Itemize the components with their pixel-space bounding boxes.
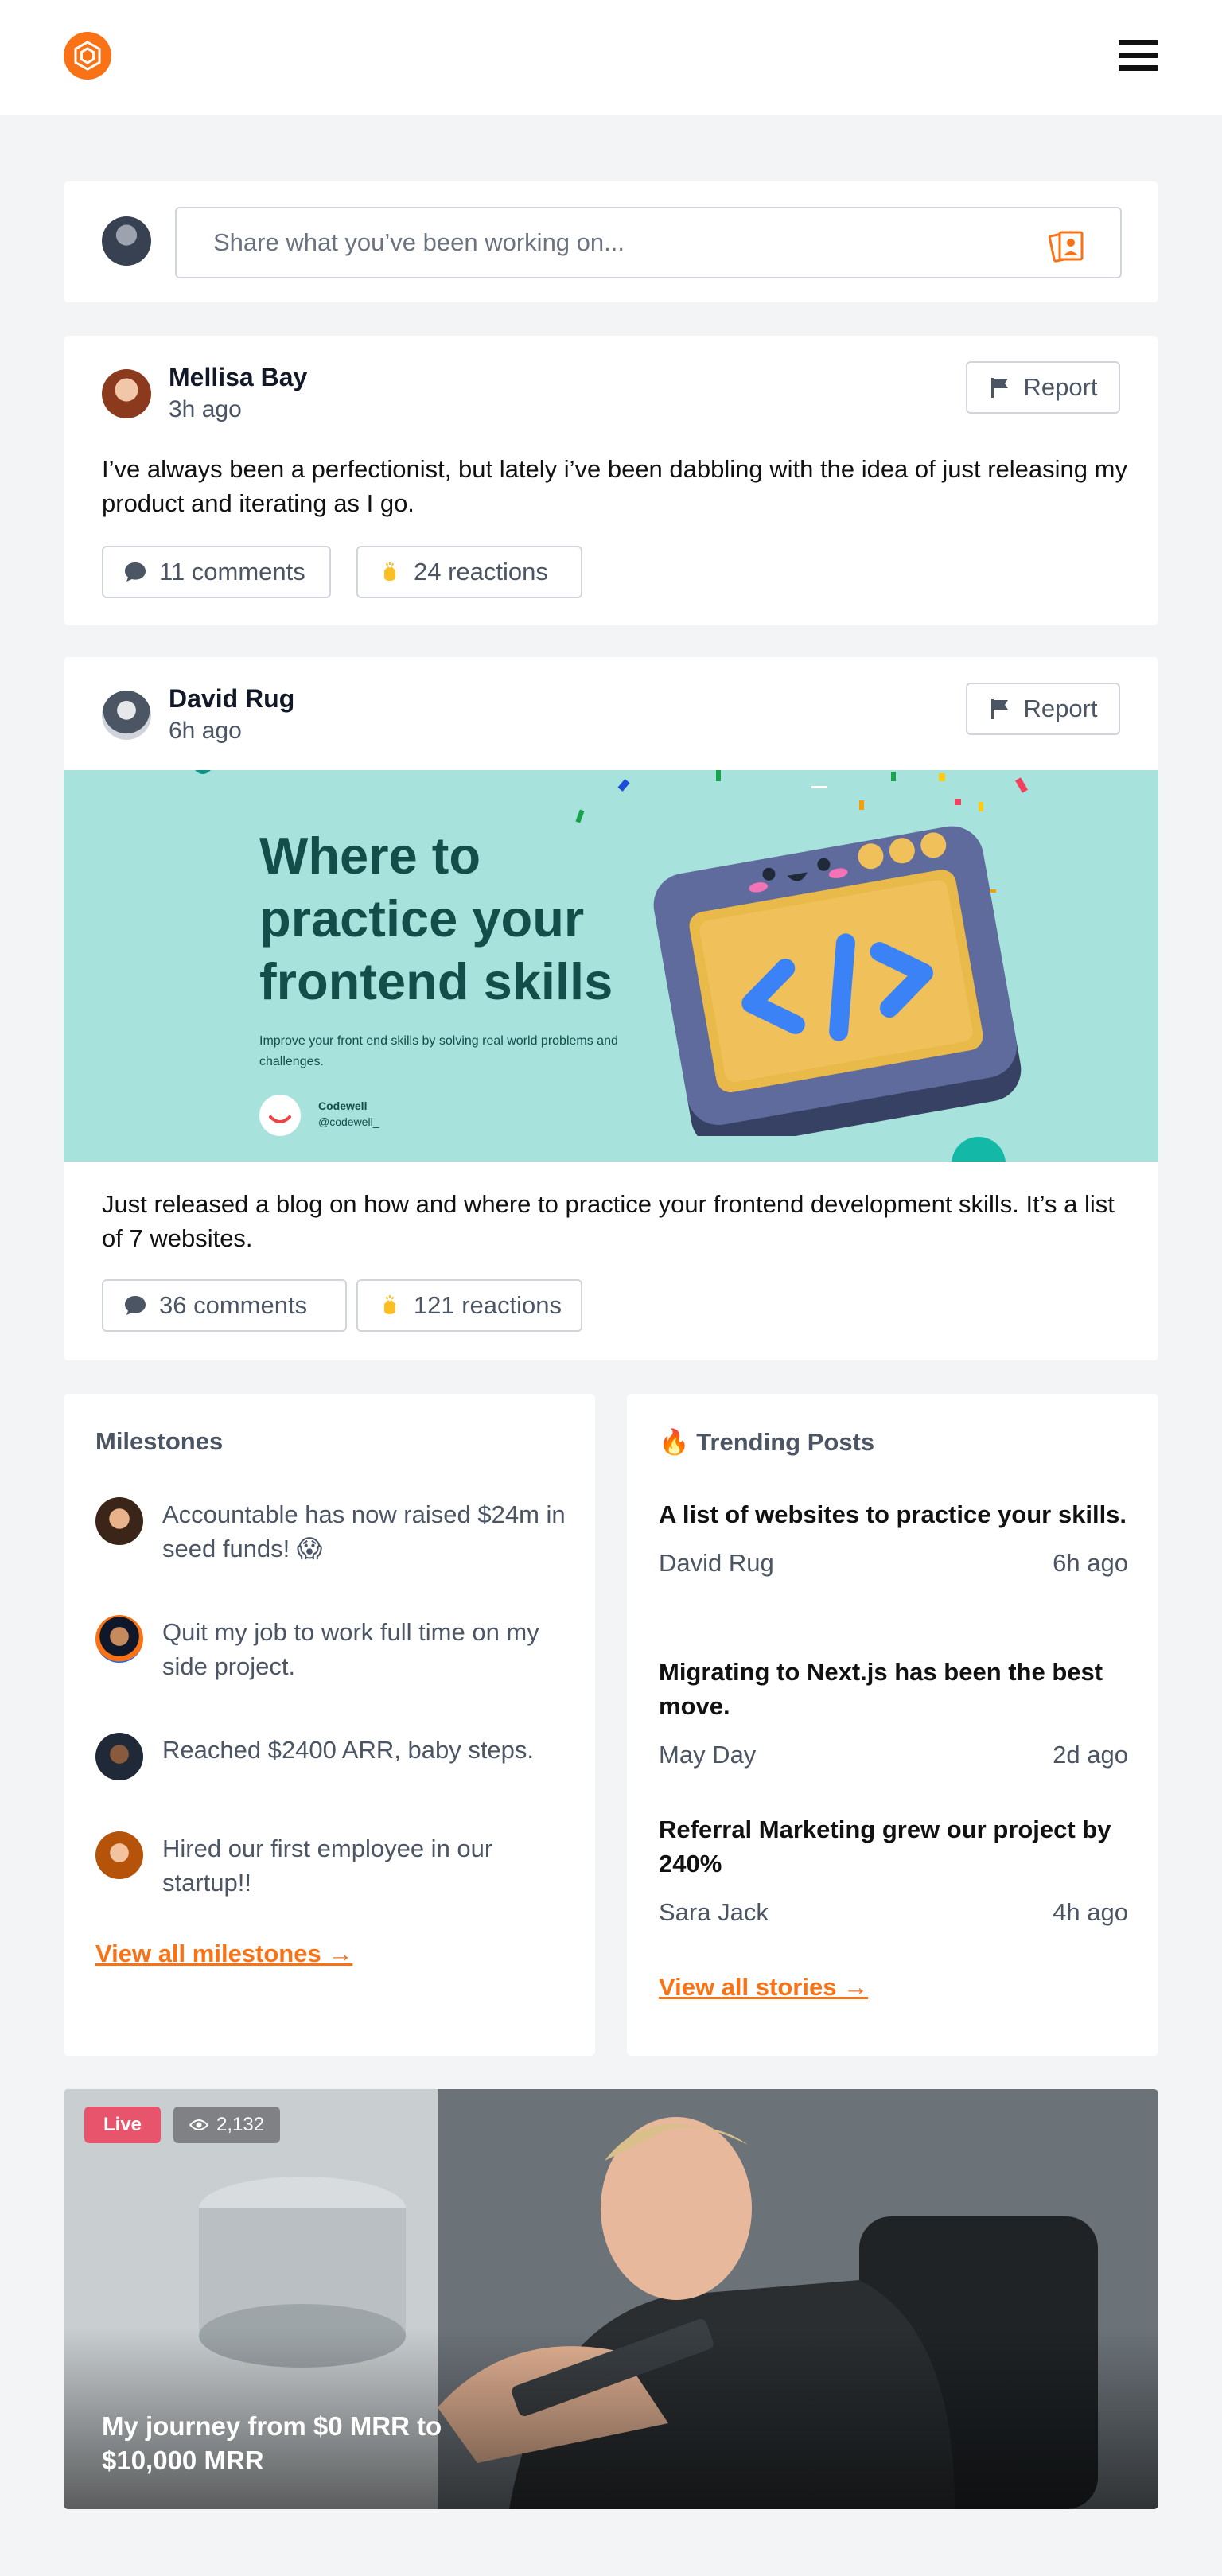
- hexagon-logo-icon[interactable]: [64, 32, 111, 80]
- trending-post-author[interactable]: David Rug: [659, 1549, 774, 1578]
- share-input[interactable]: Share what you’ve been working on...: [175, 207, 1122, 278]
- trending-post-item[interactable]: Referral Marketing grew our project by 2…: [659, 1812, 1128, 1927]
- live-badge: Live: [84, 2107, 161, 2143]
- viewer-count: 2,132: [216, 2114, 265, 2135]
- trending-post-author[interactable]: Sara Jack: [659, 1898, 769, 1927]
- post-image-banner[interactable]: Where to practice your frontend skills I…: [64, 770, 1158, 1162]
- comments-count: 36 comments: [159, 1291, 308, 1319]
- trending-post-item[interactable]: Migrating to Next.js has been the best m…: [659, 1655, 1128, 1769]
- avatar[interactable]: [102, 369, 151, 418]
- milestones-panel: Milestones Accountable has now raised $2…: [64, 1394, 595, 2056]
- milestone-text: Quit my job to work full time on my side…: [162, 1618, 539, 1680]
- avatar: [95, 1615, 143, 1663]
- milestones-title: Milestones: [95, 1427, 224, 1455]
- post-composer: Share what you’ve been working on...: [64, 181, 1158, 302]
- flag-icon: [991, 699, 1009, 719]
- reactions-count: 121 reactions: [413, 1291, 562, 1319]
- comment-icon: [125, 1296, 146, 1315]
- share-input-placeholder: Share what you’ve been working on...: [213, 228, 625, 256]
- avatar[interactable]: [102, 691, 151, 740]
- current-user-avatar[interactable]: [102, 216, 151, 266]
- live-stream-title[interactable]: My journey from $0 MRR to $10,000 MRR: [102, 2409, 516, 2477]
- trending-post-title[interactable]: A list of websites to practice your skil…: [659, 1497, 1128, 1531]
- banner-title-line: frontend skills: [259, 952, 613, 1010]
- avatar: [95, 1831, 143, 1879]
- banner-title-line: practice your: [259, 889, 585, 948]
- milestone-text: Hired our first employee in our startup!…: [162, 1835, 493, 1897]
- banner-handle: @codewell_: [318, 1115, 379, 1128]
- post-body: Just released a blog on how and where to…: [102, 1190, 1115, 1252]
- trending-post-title[interactable]: Migrating to Next.js has been the best m…: [659, 1655, 1128, 1723]
- live-stream-card[interactable]: Live 2,132 My journey from $0 MRR to $10…: [64, 2089, 1158, 2509]
- comments-button[interactable]: 36 comments: [102, 1279, 347, 1332]
- post-card: David Rug 6h ago Report Where to practic…: [64, 657, 1158, 1360]
- post-author[interactable]: Mellisa Bay: [169, 363, 307, 392]
- comment-icon: [125, 562, 146, 582]
- comments-button[interactable]: 11 comments: [102, 546, 331, 598]
- report-label: Report: [1023, 373, 1098, 401]
- trending-posts-panel: 🔥 Trending Posts A list of websites to p…: [627, 1394, 1158, 2056]
- milestone-text: Reached $2400 ARR, baby steps.: [162, 1736, 535, 1764]
- banner-brand: Codewell: [318, 1099, 368, 1112]
- flag-icon: [991, 378, 1009, 398]
- eye-icon: [189, 2119, 208, 2130]
- milestone-text: Accountable has now raised $24m in seed …: [162, 1500, 566, 1562]
- avatar: [95, 1733, 143, 1780]
- post-time: 6h ago: [169, 718, 242, 744]
- trending-post-time: 4h ago: [1053, 1898, 1128, 1926]
- avatar: [95, 1497, 143, 1545]
- banner-title: Where to practice your frontend skills: [259, 824, 613, 1013]
- trending-post-author[interactable]: May Day: [659, 1741, 756, 1769]
- view-all-stories-link[interactable]: View all stories →: [659, 1973, 868, 2002]
- comments-count: 11 comments: [159, 558, 306, 586]
- top-navigation-bar: [0, 0, 1222, 115]
- reactions-count: 24 reactions: [414, 558, 548, 586]
- trending-post-time: 2d ago: [1053, 1741, 1128, 1769]
- clapping-hands-icon: [383, 1295, 395, 1314]
- report-button[interactable]: Report: [966, 683, 1120, 735]
- hamburger-menu-icon[interactable]: [1119, 40, 1158, 75]
- codewell-logo-icon: [259, 1095, 301, 1136]
- report-button[interactable]: Report: [966, 361, 1120, 414]
- reactions-button[interactable]: 24 reactions: [356, 546, 582, 598]
- post-author[interactable]: David Rug: [169, 684, 294, 714]
- banner-subtitle: Improve your front end skills by solving…: [259, 1034, 618, 1068]
- trending-title: 🔥 Trending Posts: [659, 1428, 875, 1456]
- trending-post-time: 6h ago: [1053, 1549, 1128, 1577]
- code-window-illustration: [653, 826, 1022, 1136]
- viewer-count-badge: 2,132: [173, 2107, 281, 2143]
- post-time: 3h ago: [169, 396, 242, 422]
- post-card: Mellisa Bay 3h ago Report I’ve always be…: [64, 336, 1158, 625]
- trending-post-title[interactable]: Referral Marketing grew our project by 2…: [659, 1812, 1128, 1881]
- clapping-hands-icon: [384, 562, 395, 581]
- photo-upload-icon[interactable]: [1048, 226, 1085, 269]
- reactions-button[interactable]: 121 reactions: [356, 1279, 582, 1332]
- trending-post-item[interactable]: A list of websites to practice your skil…: [659, 1497, 1128, 1578]
- report-label: Report: [1023, 695, 1098, 722]
- post-body: I’ve always been a perfectionist, but la…: [102, 455, 1127, 517]
- view-all-milestones-link[interactable]: View all milestones →: [95, 1940, 352, 1968]
- banner-title-line: Where to: [259, 827, 481, 885]
